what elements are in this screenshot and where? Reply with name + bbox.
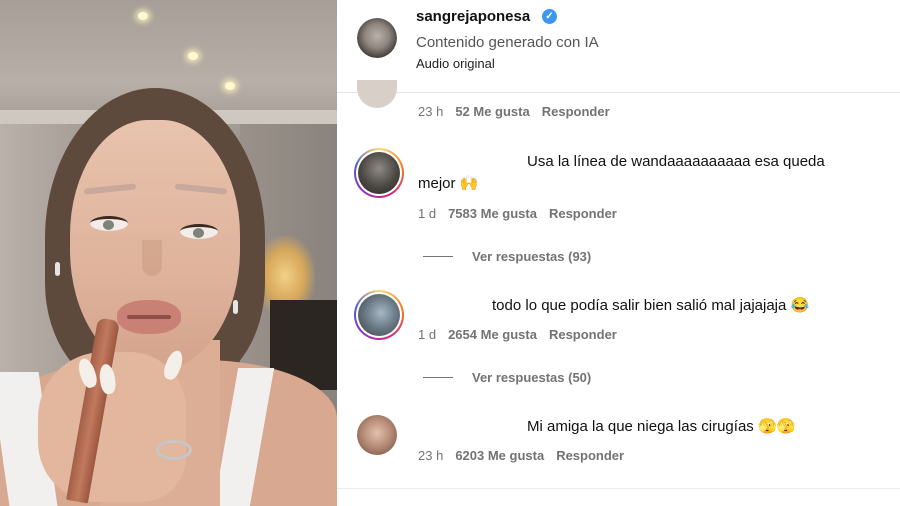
divider bbox=[337, 488, 900, 489]
comment-time: 1 d bbox=[418, 327, 437, 342]
finger-ring bbox=[156, 440, 192, 460]
lips bbox=[117, 300, 181, 334]
commenter-avatar[interactable] bbox=[354, 148, 404, 198]
ceiling-light bbox=[188, 52, 198, 60]
comment-text: mejor 🙌 bbox=[418, 175, 479, 192]
comment-likes[interactable]: 7583 Me gusta bbox=[448, 206, 537, 221]
commenter-avatar[interactable] bbox=[357, 80, 397, 108]
view-replies-button[interactable]: Ver respuestas (93) bbox=[472, 249, 591, 264]
reply-button[interactable]: Responder bbox=[549, 327, 617, 342]
comment-meta: 23 h 6203 Me gusta Responder bbox=[418, 448, 636, 463]
comment-time: 23 h bbox=[418, 448, 444, 463]
ai-generated-label: Contenido generado con IA bbox=[416, 34, 599, 51]
audio-link[interactable]: Audio original bbox=[416, 56, 495, 71]
post-header: sangrejaponesa ✓ Contenido generado con … bbox=[337, 0, 900, 93]
replies-divider bbox=[423, 377, 453, 378]
verified-badge-icon: ✓ bbox=[542, 9, 557, 24]
replies-divider bbox=[423, 256, 453, 257]
nose bbox=[142, 240, 162, 276]
ceiling-light bbox=[225, 82, 235, 90]
reply-button[interactable]: Responder bbox=[556, 448, 624, 463]
eye bbox=[90, 216, 128, 231]
comments-panel: sangrejaponesa ✓ Contenido generado con … bbox=[337, 0, 900, 506]
eye bbox=[180, 224, 218, 239]
comment-text: Usa la línea de wandaaaaaaaaaa esa queda bbox=[527, 153, 825, 170]
comment-text: todo lo que podía salir bien salió mal j… bbox=[492, 297, 810, 314]
comment-meta: 1 d 7583 Me gusta Responder bbox=[418, 206, 629, 221]
reply-button[interactable]: Responder bbox=[542, 104, 610, 119]
view-replies-button[interactable]: Ver respuestas (50) bbox=[472, 370, 591, 385]
earring bbox=[233, 300, 238, 314]
post-media[interactable] bbox=[0, 0, 337, 506]
ceiling-light bbox=[138, 12, 148, 20]
author-username[interactable]: sangrejaponesa bbox=[416, 8, 530, 25]
comment-meta: 23 h 52 Me gusta Responder bbox=[418, 104, 622, 119]
commenter-avatar[interactable] bbox=[354, 290, 404, 340]
earring bbox=[55, 262, 60, 276]
comment-time: 23 h bbox=[418, 104, 444, 119]
reply-button[interactable]: Responder bbox=[549, 206, 617, 221]
comment-likes[interactable]: 2654 Me gusta bbox=[448, 327, 537, 342]
author-avatar[interactable] bbox=[357, 18, 397, 58]
commenter-avatar[interactable] bbox=[357, 415, 397, 455]
comment-likes[interactable]: 6203 Me gusta bbox=[455, 448, 544, 463]
comment-meta: 1 d 2654 Me gusta Responder bbox=[418, 327, 629, 342]
comment-likes[interactable]: 52 Me gusta bbox=[455, 104, 529, 119]
comment-text: Mi amiga la que niega las cirugías 🫣🫣 bbox=[527, 418, 796, 435]
comment-time: 1 d bbox=[418, 206, 437, 221]
